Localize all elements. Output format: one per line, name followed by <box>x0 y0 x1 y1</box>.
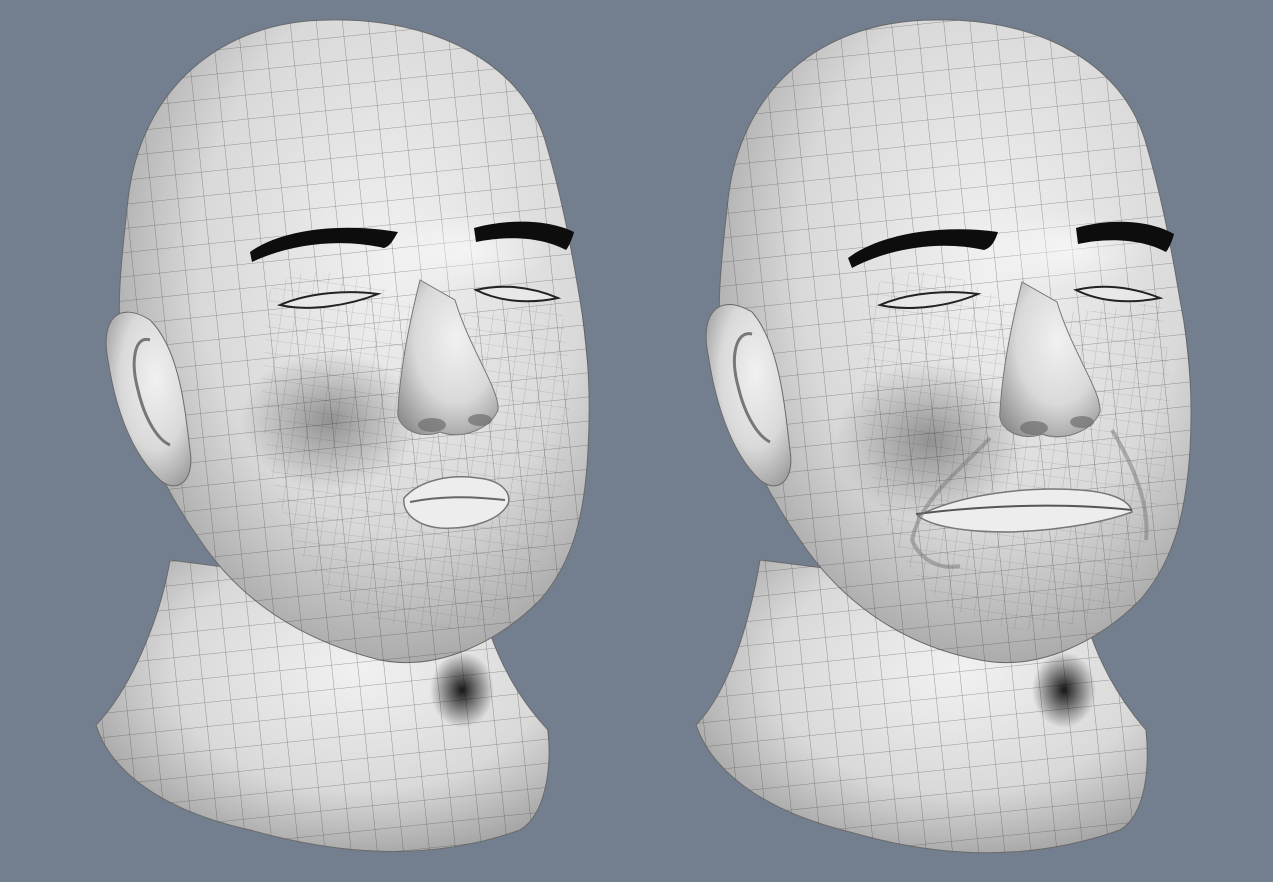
head-model-right <box>695 19 1192 854</box>
render-canvas <box>0 0 1273 882</box>
render-viewport <box>0 0 1273 882</box>
head-model-left <box>95 19 590 852</box>
